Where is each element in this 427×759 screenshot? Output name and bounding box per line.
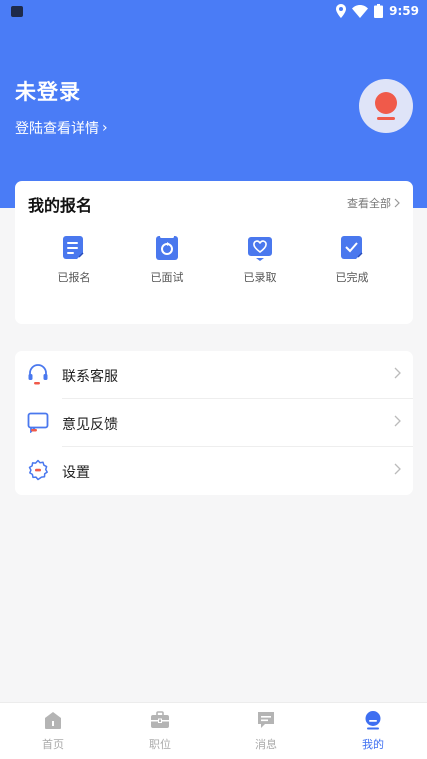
view-all-label: 查看全部 (347, 197, 391, 210)
menu-card: 联系客服 意见反馈 设置 (15, 351, 413, 495)
login-status-title: 未登录 (15, 80, 81, 104)
list-doc-icon (63, 236, 84, 259)
heart-card-icon (248, 237, 272, 261)
status-time: 9:59 (389, 4, 419, 18)
user-avatar-icon (375, 92, 397, 120)
my-signup-title: 我的报名 (28, 196, 93, 215)
tab-jobs[interactable]: 职位 (130, 710, 190, 752)
tab-messages-label: 消息 (255, 738, 277, 751)
chevron-right-icon (394, 463, 401, 475)
status-signed-up[interactable]: 已报名 (44, 235, 104, 285)
user-icon (365, 711, 381, 730)
menu-item-feedback-label: 意见反馈 (62, 417, 118, 433)
status-admitted[interactable]: 已录取 (230, 235, 290, 285)
menu-item-settings-label: 设置 (62, 465, 90, 481)
tab-home[interactable]: 首页 (23, 710, 83, 752)
tab-mine-label: 我的 (362, 738, 384, 751)
tab-home-label: 首页 (42, 738, 64, 751)
message-icon (258, 712, 274, 728)
status-completed[interactable]: 已完成 (322, 235, 382, 285)
view-all-link[interactable]: 查看全部 (347, 195, 400, 211)
menu-item-feedback[interactable]: 意见反馈 (15, 399, 413, 447)
my-signup-card: 我的报名 查看全部 已报名 已面试 已录取 已完成 (15, 181, 413, 324)
avatar[interactable] (359, 79, 413, 133)
login-details-label: 登陆查看详情 (15, 121, 99, 137)
tab-mine[interactable]: 我的 (343, 710, 403, 752)
tab-jobs-label: 职位 (149, 738, 171, 751)
app-notification-icon (11, 6, 23, 17)
menu-item-customer-service-label: 联系客服 (62, 369, 118, 385)
battery-icon (374, 4, 384, 18)
menu-item-customer-service[interactable]: 联系客服 (15, 351, 413, 399)
feedback-icon (27, 412, 49, 433)
login-details-link[interactable]: 登陆查看详情 › (15, 118, 108, 138)
location-icon (336, 4, 347, 18)
tab-messages[interactable]: 消息 (236, 710, 296, 752)
signup-status-row: 已报名 已面试 已录取 已完成 (15, 235, 413, 295)
menu-item-settings[interactable]: 设置 (15, 447, 413, 495)
status-interviewed-label: 已面试 (150, 271, 184, 284)
chevron-right-icon (394, 198, 400, 208)
chevron-right-icon: › (102, 120, 108, 136)
status-completed-label: 已完成 (335, 271, 369, 284)
status-interviewed[interactable]: 已面试 (137, 235, 197, 285)
wifi-icon (352, 4, 369, 18)
chevron-right-icon (394, 367, 401, 379)
status-signed-up-label: 已报名 (57, 271, 91, 284)
bottom-tab-bar: 首页 职位 消息 我的 (0, 702, 427, 759)
check-doc-icon (341, 236, 363, 259)
chevron-right-icon (394, 415, 401, 427)
gear-icon (28, 459, 48, 481)
refresh-doc-icon (156, 235, 178, 260)
home-icon (45, 712, 61, 729)
headset-icon (28, 364, 48, 385)
status-bar: 9:59 (0, 0, 427, 24)
status-admitted-label: 已录取 (243, 271, 277, 284)
briefcase-icon (151, 711, 169, 728)
